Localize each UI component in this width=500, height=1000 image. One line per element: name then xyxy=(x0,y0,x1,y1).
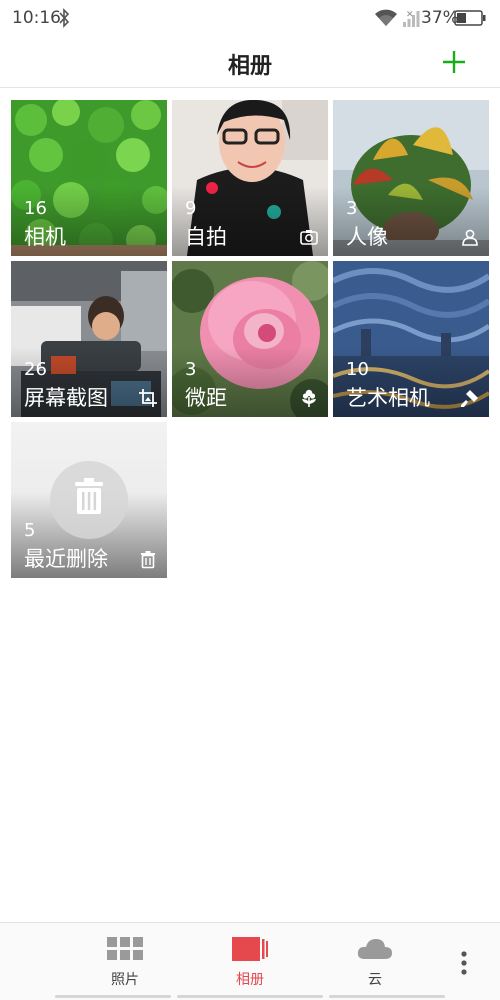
portrait-icon xyxy=(462,229,478,246)
album-count: 26 xyxy=(24,359,47,380)
bottom-navigation: 照片 相册 云 xyxy=(0,922,500,1000)
nav-label: 相册 xyxy=(236,972,264,988)
album-name: 艺术相机 xyxy=(346,386,430,410)
brush-icon xyxy=(461,390,478,407)
album-name: 自拍 xyxy=(185,225,227,249)
page-title: 相册 xyxy=(227,54,272,79)
trash-icon xyxy=(141,551,155,569)
nav-label: 云 xyxy=(368,972,382,988)
album-card-portrait[interactable]: 3 人像 xyxy=(333,100,489,256)
album-count: 5 xyxy=(24,520,36,541)
album-card-art-camera[interactable]: 10 艺术相机 xyxy=(333,261,489,417)
wifi-icon xyxy=(375,9,397,26)
album-card-screenshots[interactable]: 26 屏幕截图 xyxy=(11,261,167,417)
album-count: 3 xyxy=(185,359,197,380)
nav-tab-photos[interactable]: 照片 xyxy=(67,923,183,1000)
album-icon xyxy=(232,937,268,961)
nav-tab-albums[interactable]: 相册 xyxy=(192,923,308,1000)
album-card-recently-deleted[interactable]: 5 最近删除 xyxy=(11,422,167,578)
album-count: 3 xyxy=(346,198,358,219)
album-name: 微距 xyxy=(185,386,227,410)
album-card-camera[interactable]: 16 相机 xyxy=(11,100,167,256)
album-count: 9 xyxy=(185,198,197,219)
battery-icon xyxy=(454,10,486,26)
nav-underline xyxy=(177,995,323,998)
album-card-selfie[interactable]: 9 自拍 xyxy=(172,100,328,256)
more-vertical-icon xyxy=(461,951,467,975)
nav-tab-cloud[interactable]: 云 xyxy=(317,923,433,1000)
album-name: 人像 xyxy=(346,225,388,249)
bluetooth-icon xyxy=(59,8,70,28)
status-bar: 10:16 ✕ 37% xyxy=(0,0,500,36)
app-header: 相册 xyxy=(0,36,500,88)
more-options-button[interactable] xyxy=(454,949,474,977)
cloud-icon xyxy=(357,939,392,959)
grid-icon xyxy=(107,937,143,960)
nav-underline xyxy=(329,995,445,998)
screenshot-crop-icon xyxy=(139,389,157,407)
album-count: 16 xyxy=(24,198,47,219)
album-name: 相机 xyxy=(24,225,66,249)
nav-underline xyxy=(55,995,171,998)
album-name: 最近删除 xyxy=(24,547,108,571)
add-album-button[interactable] xyxy=(438,46,470,78)
album-count: 10 xyxy=(346,359,369,380)
album-card-macro[interactable]: 3 微距 xyxy=(172,261,328,417)
plus-icon xyxy=(443,51,465,73)
signal-icon: ✕ xyxy=(403,10,420,27)
camera-flip-icon xyxy=(300,230,318,245)
macro-flower-icon xyxy=(302,389,316,407)
album-name: 屏幕截图 xyxy=(24,386,108,410)
nav-label: 照片 xyxy=(111,972,139,988)
status-time: 10:16 xyxy=(12,8,61,28)
svg-text:✕: ✕ xyxy=(406,10,414,20)
